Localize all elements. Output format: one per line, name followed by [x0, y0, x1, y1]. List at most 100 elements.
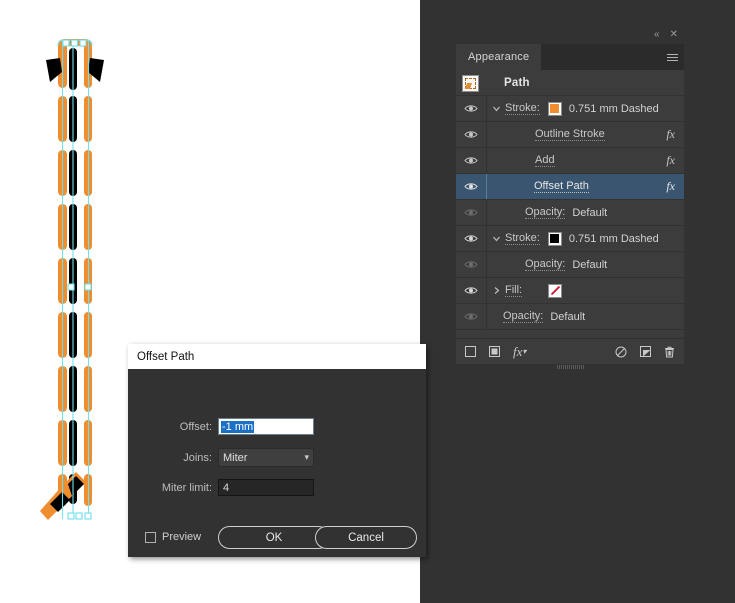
cancel-button-label: Cancel	[348, 531, 384, 544]
clear-appearance-icon[interactable]	[615, 346, 627, 358]
row-value[interactable]: 0.751 mm Dashed	[569, 233, 659, 245]
visibility-toggle[interactable]	[456, 252, 487, 277]
fx-indicator[interactable]: fx	[666, 179, 675, 194]
offset-path-dialog: Offset Path Offset: -1 mm Joins: Miter ▾…	[128, 344, 426, 557]
eye-icon	[464, 131, 478, 138]
fx-indicator[interactable]: fx	[666, 153, 675, 168]
row-label[interactable]: Offset Path	[534, 180, 589, 193]
ok-button-label: OK	[265, 531, 283, 544]
add-new-fill-icon[interactable]	[489, 346, 500, 357]
preview-checkbox[interactable]	[145, 531, 156, 543]
visibility-toggle[interactable]	[456, 304, 487, 329]
appearance-list: Path Stroke: 0.751 mm Dashed Outline Str…	[456, 71, 684, 338]
preview-checkbox-wrap[interactable]: Preview	[145, 531, 201, 543]
panel-titlebar: « ✕	[456, 26, 684, 44]
appearance-row-outline-stroke[interactable]: Outline Stroke fx	[456, 122, 684, 148]
row-label[interactable]: Fill:	[505, 284, 523, 297]
stroke-color-swatch[interactable]	[547, 231, 562, 246]
appearance-row-stroke-black-opacity[interactable]: Opacity: Default	[456, 252, 684, 278]
chevron-down-icon	[492, 236, 500, 242]
visibility-toggle[interactable]	[456, 96, 487, 121]
appearance-panel-footer: fx ▾	[456, 338, 684, 364]
double-chevron-left-icon[interactable]: «	[654, 30, 660, 40]
panel-menu-button[interactable]	[660, 44, 684, 70]
joins-select-value: Miter	[223, 451, 248, 464]
row-label[interactable]: Opacity:	[503, 310, 544, 323]
row-label[interactable]: Opacity:	[525, 258, 566, 271]
appearance-row-offset-path[interactable]: Offset Path fx	[456, 174, 684, 200]
tab-appearance-label: Appearance	[468, 51, 530, 63]
offset-input[interactable]: -1 mm	[218, 418, 314, 435]
chevron-right-icon	[494, 287, 499, 294]
offset-label: Offset:	[179, 420, 212, 433]
appearance-row-fill-opacity[interactable]: Opacity: Default	[456, 304, 684, 330]
app-root: « ✕ Appearance Path Stroke: 0.751 mm Das…	[0, 0, 735, 603]
chevron-down-icon: ▾	[304, 452, 309, 462]
dialog-title: Offset Path	[137, 350, 195, 363]
appearance-row-stroke-black[interactable]: Stroke: 0.751 mm Dashed	[456, 226, 684, 252]
fill-color-swatch-none[interactable]	[548, 283, 563, 298]
disclosure-triangle[interactable]	[487, 234, 505, 243]
page-title: Path	[504, 77, 530, 89]
visibility-toggle[interactable]	[456, 122, 487, 147]
appearance-panel: « ✕ Appearance Path Stroke: 0.751 mm Das…	[456, 26, 684, 370]
delete-item-icon[interactable]	[664, 346, 675, 358]
row-value[interactable]: Default	[572, 259, 607, 271]
cancel-button[interactable]: Cancel	[315, 526, 417, 549]
row-label[interactable]: Add	[535, 154, 555, 167]
ok-button[interactable]: OK	[218, 526, 330, 549]
joins-select[interactable]: Miter ▾	[218, 448, 314, 467]
tab-appearance[interactable]: Appearance	[456, 44, 542, 70]
add-new-stroke-icon[interactable]	[465, 346, 476, 357]
joins-field-row: Joins: Miter ▾	[136, 448, 314, 467]
row-value[interactable]: 0.751 mm Dashed	[569, 103, 659, 115]
appearance-object-row[interactable]: Path	[456, 71, 684, 96]
eye-icon	[464, 313, 478, 320]
miter-limit-field-row: Miter limit: 4	[136, 479, 314, 496]
panel-menu-icon	[666, 52, 678, 63]
row-label[interactable]: Opacity:	[525, 206, 566, 219]
offset-input-value: -1 mm	[221, 420, 255, 433]
fx-indicator[interactable]: fx	[666, 127, 675, 142]
panel-tabrow: Appearance	[456, 44, 684, 71]
visibility-toggle[interactable]	[456, 148, 487, 173]
visibility-toggle[interactable]	[456, 174, 486, 199]
appearance-row-stroke-orange[interactable]: Stroke: 0.751 mm Dashed	[456, 96, 684, 122]
miter-limit-input[interactable]: 4	[218, 479, 314, 496]
no-color-icon	[550, 286, 560, 295]
offset-field-row: Offset: -1 mm	[136, 418, 314, 435]
eye-icon	[464, 157, 478, 164]
eye-icon	[464, 105, 478, 112]
eye-icon	[464, 209, 478, 216]
path-thumbnail-icon	[462, 74, 479, 92]
joins-label: Joins:	[183, 451, 212, 464]
preview-label: Preview	[162, 531, 202, 543]
dialog-titlebar[interactable]: Offset Path	[128, 344, 426, 369]
visibility-toggle[interactable]	[456, 226, 487, 251]
miter-limit-value: 4	[223, 481, 230, 494]
disclosure-triangle[interactable]	[487, 104, 505, 113]
miter-limit-label: Miter limit:	[161, 481, 212, 494]
row-label[interactable]: Stroke:	[505, 232, 540, 245]
add-new-effect-icon[interactable]: fx ▾	[513, 344, 526, 360]
stroke-color-swatch[interactable]	[547, 101, 562, 116]
panel-resize-grip[interactable]	[456, 364, 684, 370]
row-label[interactable]: Outline Stroke	[535, 128, 605, 141]
visibility-toggle[interactable]	[456, 278, 487, 303]
eye-icon	[464, 183, 478, 190]
row-label[interactable]: Stroke:	[505, 102, 540, 115]
eye-icon	[464, 235, 478, 242]
close-icon[interactable]: ✕	[670, 30, 678, 40]
appearance-row-fill[interactable]: Fill:	[456, 278, 684, 304]
appearance-row-add[interactable]: Add fx	[456, 148, 684, 174]
tabrow-spacer	[541, 44, 660, 70]
dialog-body: Offset: -1 mm Joins: Miter ▾ Miter limit…	[128, 369, 426, 557]
eye-icon	[464, 261, 478, 268]
duplicate-item-icon[interactable]	[640, 346, 651, 357]
disclosure-triangle[interactable]	[487, 286, 505, 295]
row-value[interactable]: Default	[550, 311, 585, 323]
row-value[interactable]: Default	[572, 207, 607, 219]
visibility-toggle[interactable]	[456, 200, 487, 225]
appearance-row-stroke-orange-opacity[interactable]: Opacity: Default	[456, 200, 684, 226]
eye-icon	[464, 287, 478, 294]
